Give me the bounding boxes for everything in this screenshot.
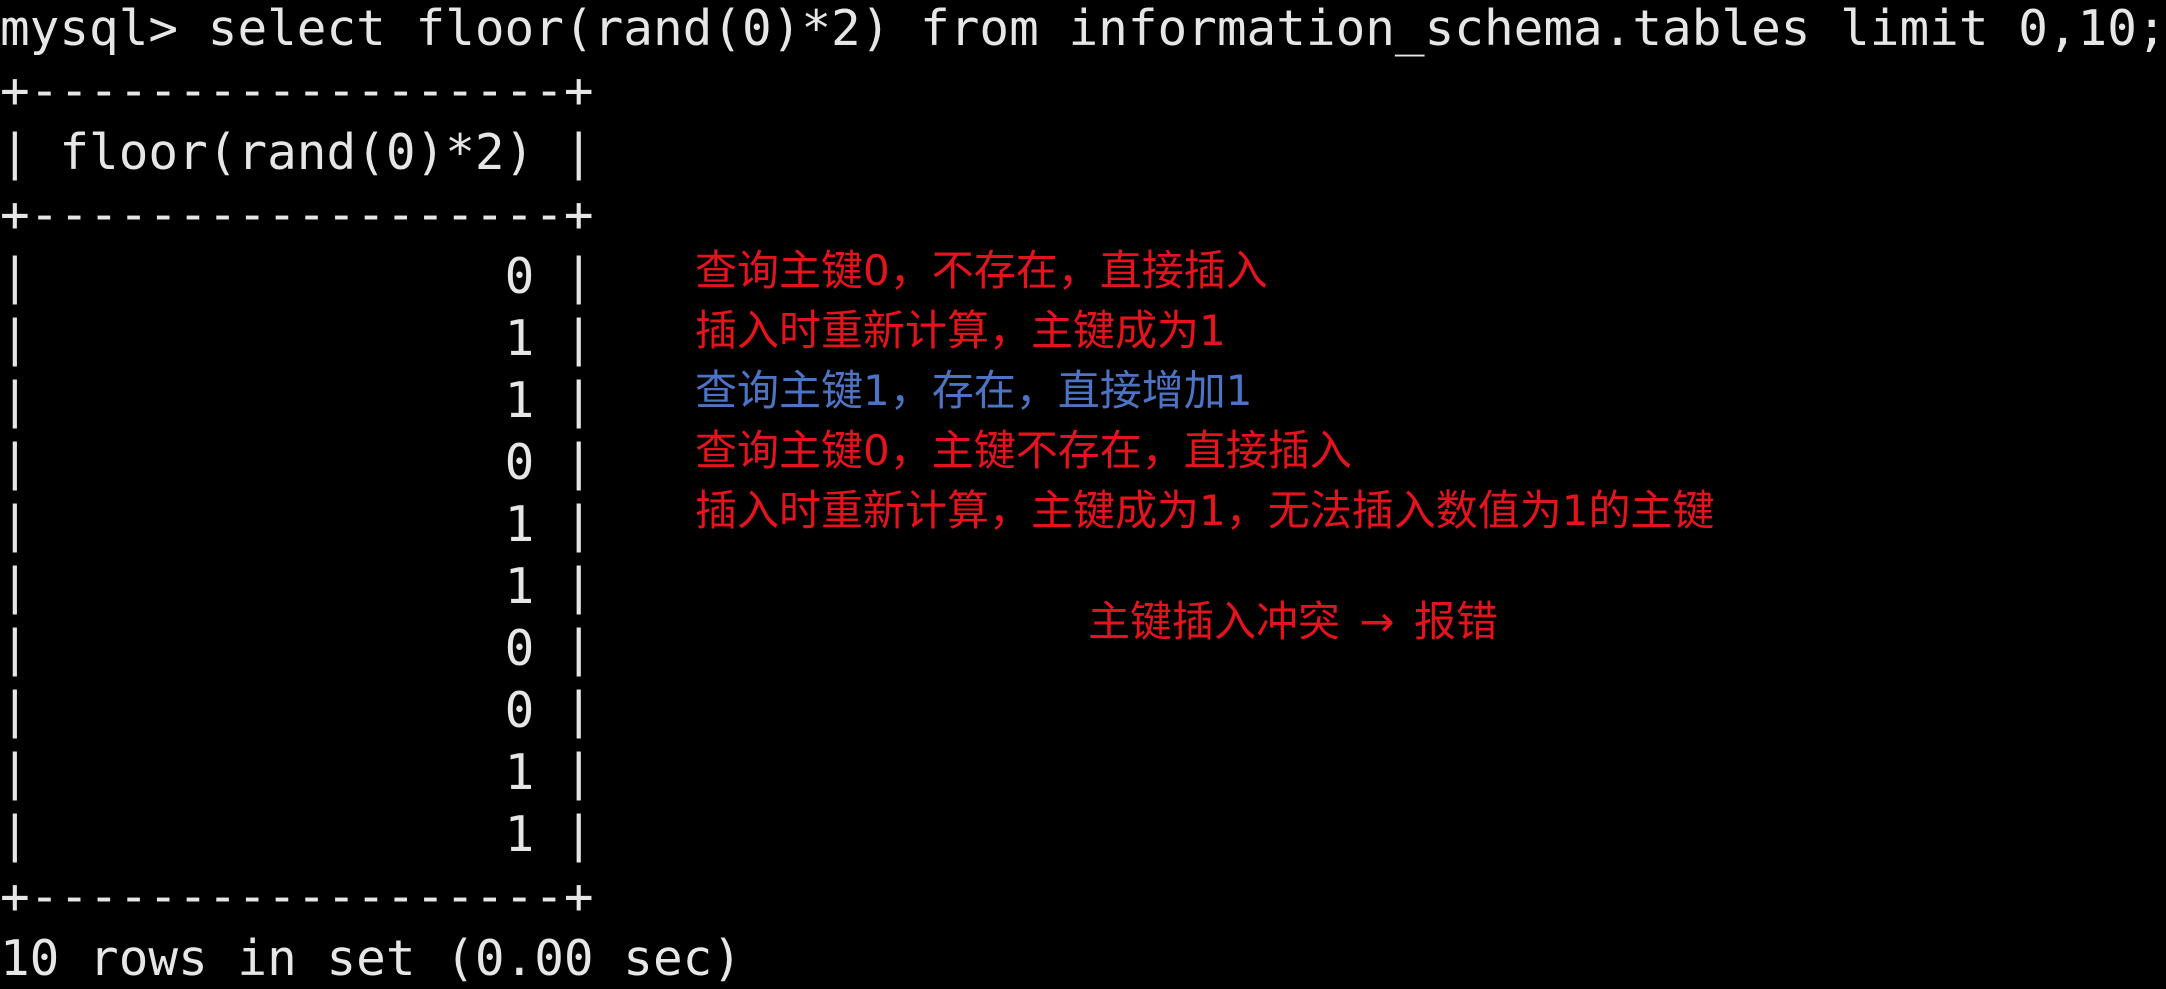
table-row: | 0 | xyxy=(0,681,594,739)
conclusion-cause: 主键插入冲突 xyxy=(1088,597,1341,646)
conclusion-note: 主键插入冲突 → 报错 xyxy=(1088,592,1498,652)
table-cell: 1 xyxy=(504,495,535,553)
table-top-border: +------------------+ xyxy=(0,61,594,119)
table-row: | 0 | xyxy=(0,619,594,677)
note-3: 查询主键1，存在，直接增加1 xyxy=(695,366,1253,415)
annotation-notes: 查询主键0，不存在，直接插入 插入时重新计算，主键成为1 查询主键1，存在，直接… xyxy=(695,241,1714,541)
table-cell: 0 xyxy=(504,247,535,305)
note-2: 插入时重新计算，主键成为1 xyxy=(695,306,1226,355)
table-cell: 1 xyxy=(504,557,535,615)
sql-command: select floor(rand(0)*2) from information… xyxy=(207,0,2166,57)
table-cell: 0 xyxy=(504,619,535,677)
table-cell: 1 xyxy=(504,371,535,429)
table-row: | 1 | xyxy=(0,557,594,615)
table-cell: 0 xyxy=(504,681,535,739)
table-header-border: +------------------+ xyxy=(0,185,594,243)
conclusion-result: 报错 xyxy=(1413,597,1498,646)
table-cell: 1 xyxy=(504,805,535,863)
column-header: floor(rand(0)*2) xyxy=(59,123,535,181)
result-summary: 10 rows in set (0.00 sec) xyxy=(0,929,742,987)
table-row: | 1 | xyxy=(0,743,594,801)
table-cell: 0 xyxy=(504,433,535,491)
table-cell: 1 xyxy=(504,743,535,801)
table-row: | 1 | xyxy=(0,805,594,863)
note-5: 插入时重新计算，主键成为1，无法插入数值为1的主键 xyxy=(695,486,1715,535)
note-1: 查询主键0，不存在，直接插入 xyxy=(695,246,1268,295)
note-4: 查询主键0，主键不存在，直接插入 xyxy=(695,426,1352,475)
mysql-prompt: mysql> xyxy=(0,0,179,57)
table-bottom-border: +------------------+ xyxy=(0,867,594,925)
table-cell: 1 xyxy=(504,309,535,367)
table-header-row: | floor(rand(0)*2) | xyxy=(0,123,594,181)
command-line: mysql> select floor(rand(0)*2) from info… xyxy=(0,0,2166,59)
arrow-right-icon: → xyxy=(1359,597,1395,646)
